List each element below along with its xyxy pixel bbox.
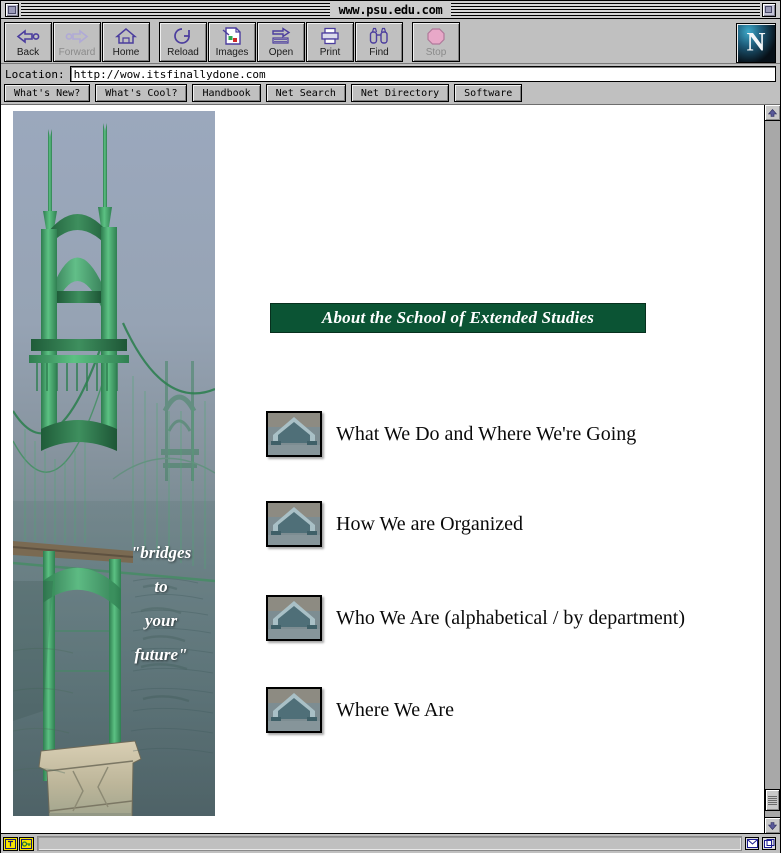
dir-button-whats-cool[interactable]: What's Cool?	[95, 84, 188, 102]
bridge-thumbnail-icon	[266, 411, 322, 457]
print-button[interactable]: Print	[306, 22, 354, 62]
images-icon	[222, 26, 242, 46]
home-button[interactable]: Home	[102, 22, 150, 62]
status-bar	[1, 833, 780, 853]
zoom-box[interactable]	[762, 2, 776, 17]
stop-button-label: Stop	[425, 47, 447, 58]
mail-icon[interactable]	[745, 837, 759, 850]
reload-button[interactable]: Reload	[159, 22, 207, 62]
location-label: Location:	[5, 67, 65, 81]
back-arrow-icon	[15, 26, 41, 46]
directory-button-bar: What's New? What's Cool? Handbook Net Se…	[1, 84, 780, 105]
link-label: Where We Are	[336, 698, 454, 721]
binoculars-icon	[368, 26, 390, 46]
browser-window: www.psu.edu.com Back Forward Home Reload…	[0, 0, 781, 853]
forward-button[interactable]: Forward	[53, 22, 101, 62]
link-row-how-we-are-organized[interactable]: How We are Organized	[266, 501, 523, 547]
back-button[interactable]: Back	[4, 22, 52, 62]
link-row-what-we-do[interactable]: What We Do and Where We're Going	[266, 411, 636, 457]
status-message	[37, 836, 742, 851]
status-right-icons	[745, 837, 778, 850]
bridge-thumbnail-icon	[266, 687, 322, 733]
open-icon	[270, 26, 292, 46]
location-input[interactable]: http://wow.itsfinallydone.com	[69, 66, 776, 82]
scroll-track[interactable]	[765, 121, 780, 817]
link-row-where-we-are[interactable]: Where We Are	[266, 687, 454, 733]
page-title: About the School of Extended Studies	[321, 308, 595, 327]
scroll-up-arrow-icon[interactable]	[765, 105, 780, 121]
reload-button-label: Reload	[167, 47, 199, 58]
open-button[interactable]: Open	[257, 22, 305, 62]
home-button-label: Home	[112, 47, 140, 58]
vertical-scrollbar[interactable]	[764, 105, 780, 833]
st-johns-bridge-photo: "bridges to your future"	[13, 111, 215, 816]
location-bar: Location: http://wow.itsfinallydone.com	[1, 64, 780, 84]
content-area: "bridges to your future" About the Schoo…	[1, 105, 780, 833]
stop-octagon-icon	[426, 26, 446, 46]
page-title-banner: About the School of Extended Studies	[270, 303, 646, 333]
dir-button-whats-new[interactable]: What's New?	[4, 84, 91, 102]
reload-icon	[172, 26, 194, 46]
forward-arrow-icon	[64, 26, 90, 46]
house-icon	[115, 26, 137, 46]
window-title: www.psu.edu.com	[331, 2, 450, 17]
link-label: What We Do and Where We're Going	[336, 422, 637, 445]
bridge-thumbnail-icon	[266, 595, 322, 641]
scroll-thumb[interactable]	[765, 789, 780, 811]
forward-button-label: Forward	[58, 47, 96, 58]
navigation-toolbar: Back Forward Home Reload Images Open Pri…	[1, 19, 780, 64]
title-bar-stripes-right	[451, 3, 760, 16]
images-button[interactable]: Images	[208, 22, 256, 62]
link-label: Who We Are (alphabetical / by department…	[336, 606, 685, 629]
find-button[interactable]: Find	[355, 22, 403, 62]
stop-button[interactable]: Stop	[412, 22, 460, 62]
close-box[interactable]	[5, 2, 19, 17]
new-window-icon[interactable]	[762, 837, 776, 850]
netscape-n-logo[interactable]	[736, 23, 776, 63]
link-label: How We are Organized	[336, 512, 524, 535]
dir-button-net-search[interactable]: Net Search	[265, 84, 346, 102]
dir-button-software[interactable]: Software	[454, 84, 523, 102]
status-left-icons	[3, 836, 34, 851]
dir-button-handbook[interactable]: Handbook	[192, 84, 261, 102]
images-button-label: Images	[215, 47, 249, 58]
scroll-thumb-grip-icon	[768, 795, 777, 805]
scroll-down-arrow-icon[interactable]	[765, 817, 780, 833]
security-key-icon[interactable]	[19, 836, 34, 851]
find-button-label: Find	[369, 47, 389, 58]
title-bar-stripes-left	[21, 3, 330, 16]
dir-button-net-directory[interactable]: Net Directory	[350, 84, 450, 102]
back-button-label: Back	[16, 47, 40, 58]
web-page: "bridges to your future" About the Schoo…	[1, 105, 764, 833]
link-row-who-we-are[interactable]: Who We Are (alphabetical / by department…	[266, 595, 685, 641]
print-button-label: Print	[319, 47, 341, 58]
open-button-label: Open	[268, 47, 294, 58]
printer-icon	[320, 26, 340, 46]
bridge-thumbnail-icon	[266, 501, 322, 547]
page-info-icon[interactable]	[3, 836, 18, 851]
title-bar: www.psu.edu.com	[1, 1, 780, 19]
